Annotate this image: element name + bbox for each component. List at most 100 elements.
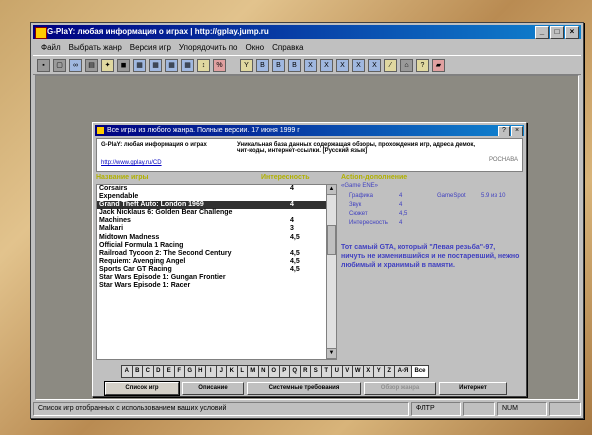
game-name: Midtown Madness xyxy=(99,233,160,241)
list-item[interactable]: Machines 4 xyxy=(97,217,327,225)
menu-version[interactable]: Версия игр xyxy=(130,41,171,54)
game-name: Expendable xyxy=(99,193,139,201)
game-name: Machines xyxy=(99,217,131,225)
alphabet-tabs: A B C D E F G H I J K L M N O P Q R S T U V W X Y Z A-Я Все xyxy=(121,365,429,378)
menu-file[interactable]: Файл xyxy=(41,41,61,54)
new-icon[interactable]: ▪ xyxy=(37,58,50,72)
filter-icon[interactable]: B xyxy=(288,58,301,72)
scroll-down-icon[interactable]: ▼ xyxy=(327,348,336,359)
filter-icon[interactable]: B xyxy=(256,58,269,72)
filter-icon[interactable]: B xyxy=(272,58,285,72)
game-name: Sports Car GT Racing xyxy=(99,265,172,273)
grid-icon[interactable]: ▦ xyxy=(149,58,162,72)
list-item[interactable]: Expendable xyxy=(97,193,327,201)
game-rating: 3 xyxy=(290,225,294,233)
gamespot-label: GameSpot xyxy=(437,193,466,199)
dialog-header-panel: G-PlaY: любая информация о играх Уникаль… xyxy=(96,138,523,172)
description-button[interactable]: Описание xyxy=(182,382,244,395)
print-icon[interactable]: ▤ xyxy=(85,58,98,72)
header-left-text: G-PlaY: любая информация о играх xyxy=(101,142,207,148)
filter-icon[interactable]: Y xyxy=(240,58,253,72)
list-item[interactable]: Grand Theft Auto: London 1969 4 xyxy=(97,201,327,210)
status-filter: ФЛТР xyxy=(411,402,461,416)
list-item[interactable]: Midtown Madness 4,5 xyxy=(97,234,327,242)
scroll-up-icon[interactable]: ▲ xyxy=(327,185,336,195)
dialog-close-button[interactable]: × xyxy=(511,126,523,136)
graphics-value: 4 xyxy=(399,193,403,199)
list-item[interactable]: Requiem: Avenging Angel 4,5 xyxy=(97,258,327,266)
game-name: Jack Nicklaus 6: Golden Bear Challenge xyxy=(99,209,233,217)
dialog-title-bar[interactable]: Все игры из любого жанра. Полные версии.… xyxy=(95,125,524,136)
game-name: Grand Theft Auto: London 1969 xyxy=(99,201,204,209)
open-icon[interactable]: ▢ xyxy=(53,58,66,72)
gamespot-value: 5.9 из 10 xyxy=(481,193,506,199)
tools-icon[interactable]: ✦ xyxy=(101,58,114,72)
genre-review-button[interactable]: Обзор жанра xyxy=(364,382,436,395)
menu-genre[interactable]: Выбрать жанр xyxy=(69,41,122,54)
column-header-name[interactable]: Название игры xyxy=(96,174,148,181)
filter-icon[interactable]: X xyxy=(320,58,333,72)
game-info-panel: Action-дополнение «Game ENE» Графика 4 G… xyxy=(341,174,521,360)
dialog-icon xyxy=(97,127,104,134)
rating-stats: Графика 4 GameSpot 5.9 из 10 Звук 4 Сюже… xyxy=(341,193,521,237)
games-dialog: Все игры из любого жанра. Полные версии.… xyxy=(92,122,527,397)
menu-help[interactable]: Справка xyxy=(272,41,303,54)
filter-icon[interactable]: X xyxy=(304,58,317,72)
game-rating: 4 xyxy=(290,185,294,192)
header-link[interactable]: http://www.gplay.ru/CD xyxy=(101,160,162,166)
grid-icon[interactable]: ▦ xyxy=(165,58,178,72)
book-icon[interactable]: ▰ xyxy=(432,58,445,72)
column-header-rating[interactable]: Интересность xyxy=(261,174,310,181)
header-right-text: Уникальная база данных содержащая обзоры… xyxy=(237,142,476,154)
binoculars-icon[interactable]: ∞ xyxy=(69,58,82,72)
plot-value: 4,5 xyxy=(399,211,408,217)
game-rating: 4 xyxy=(290,201,294,209)
list-item[interactable]: Malkari 3 xyxy=(97,225,327,233)
sort-az-icon[interactable]: ↕ xyxy=(197,58,210,72)
system-requirements-button[interactable]: Системные требования xyxy=(247,382,361,395)
maximize-button[interactable]: □ xyxy=(550,26,564,39)
list-item[interactable]: Star Wars Episode 1: Gungan Frontier xyxy=(97,274,327,282)
menu-bar: Файл Выбрать жанр Версия игр Упорядочить… xyxy=(33,41,581,54)
mdi-client: Все игры из любого жанра. Полные версии.… xyxy=(35,75,579,400)
interest-value: 4 xyxy=(399,220,403,226)
close-button[interactable]: × xyxy=(565,26,579,39)
list-item[interactable]: Corsairs 4 xyxy=(97,185,327,193)
menu-window[interactable]: Окно xyxy=(246,41,265,54)
filter-icon[interactable]: X xyxy=(368,58,381,72)
list-item[interactable]: Jack Nicklaus 6: Golden Bear Challenge xyxy=(97,209,327,217)
help-icon[interactable]: ? xyxy=(416,58,429,72)
chart-icon[interactable]: ⁄ xyxy=(384,58,397,72)
home-icon[interactable]: ⌂ xyxy=(400,58,413,72)
sort-icon[interactable]: % xyxy=(213,58,226,72)
grid-icon[interactable]: ▦ xyxy=(133,58,146,72)
list-item[interactable]: Sports Car GT Racing 4,5 xyxy=(97,266,327,274)
game-rating: 4,5 xyxy=(290,257,300,265)
minimize-button[interactable]: _ xyxy=(535,26,549,39)
menu-sort[interactable]: Упорядочить по xyxy=(179,41,238,54)
list-item[interactable]: Railroad Tycoon 2: The Second Century 4,5 xyxy=(97,250,327,258)
graphics-label: Графика xyxy=(349,193,373,199)
game-description: Тот самый GTA, который "Левая резьба"-97… xyxy=(341,244,520,269)
filter-icon[interactable]: X xyxy=(336,58,349,72)
window-title: G-PlaY: любая информация о играх | http:… xyxy=(47,27,269,36)
list-item[interactable]: Star Wars Episode 1: Racer xyxy=(97,282,327,290)
title-bar[interactable]: G-PlaY: любая информация о играх | http:… xyxy=(33,25,581,39)
status-bar: Список игр отобранных с использованием в… xyxy=(33,402,581,416)
internet-button[interactable]: Интернет xyxy=(439,382,507,395)
dialog-help-button[interactable]: ? xyxy=(498,126,510,136)
list-header: Название игры Интересность xyxy=(96,174,336,184)
games-list[interactable]: Corsairs 4 Expendable Grand Theft Auto: Lon… xyxy=(96,184,328,360)
games-list-button[interactable]: Список игр xyxy=(104,381,180,396)
grid-icon[interactable]: ▦ xyxy=(181,58,194,72)
filter-icon[interactable]: X xyxy=(352,58,365,72)
list-scrollbar[interactable]: ▲ ▼ xyxy=(326,184,337,360)
game-rating: 4,5 xyxy=(290,233,300,241)
scroll-thumb[interactable] xyxy=(327,225,336,255)
disk-icon[interactable]: ◼ xyxy=(117,58,130,72)
list-item[interactable]: Official Formula 1 Racing xyxy=(97,242,327,250)
letter-tab[interactable]: Все xyxy=(411,365,429,378)
game-name: Malkari xyxy=(99,225,124,233)
letter-tab[interactable]: A-Я xyxy=(394,365,412,378)
status-text: Список игр отобранных с использованием в… xyxy=(33,402,409,416)
